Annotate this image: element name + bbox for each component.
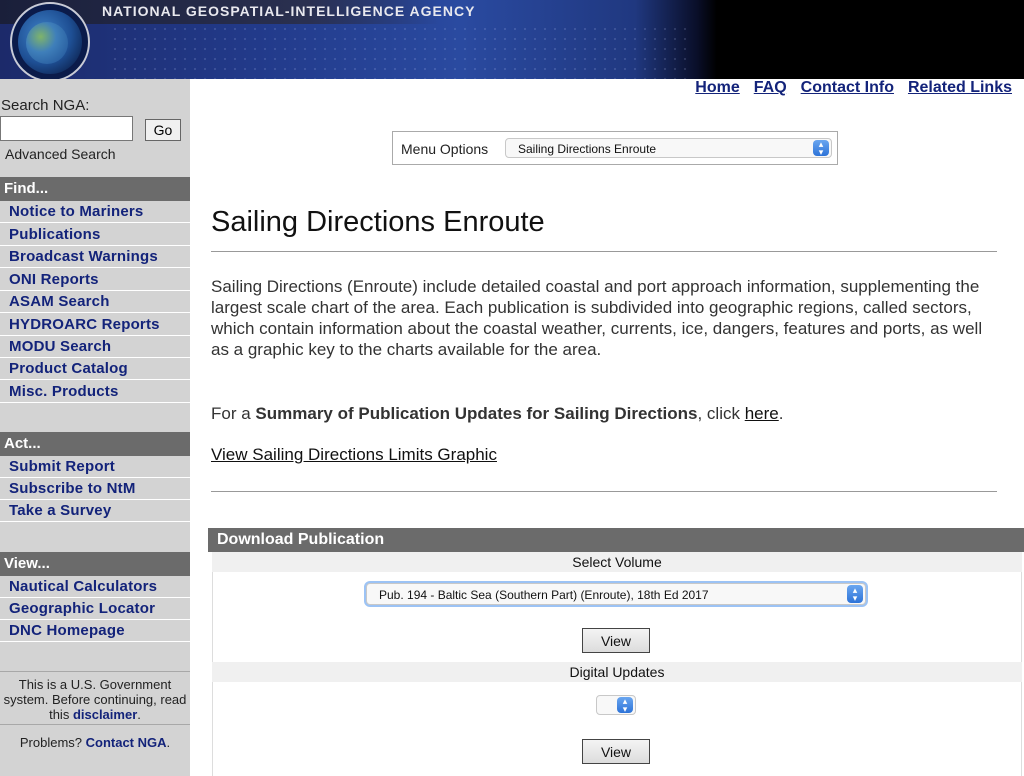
volume-select[interactable]: Pub. 194 - Baltic Sea (Southern Part) (E… [366,583,866,605]
summary-end: . [778,404,784,423]
faq-link[interactable]: FAQ [754,79,787,97]
disclaimer-line-1: This is a U.S. Government [18,677,172,692]
summary-here-link[interactable]: here [745,404,779,423]
view-volume-button[interactable]: View [582,628,650,653]
contact-info-link[interactable]: Contact Info [801,79,894,97]
sidebar-item-publications[interactable]: Publications [0,224,190,246]
menu-options-box: Menu Options Sailing Directions Enroute … [392,131,838,165]
sidebar-divider [0,671,190,672]
disclaimer-end: . [137,707,141,722]
menu-options-value: Sailing Directions Enroute [518,142,657,156]
top-nav: Home FAQ Contact Info Related Links [695,79,1012,97]
sidebar-item-modu-search[interactable]: MODU Search [0,336,190,358]
world-map-background [110,24,690,79]
problems-text: Problems? [19,735,86,750]
limits-line: View Sailing Directions Limits Graphic [211,444,1001,465]
government-disclaimer: This is a U.S. Government system. Before… [0,677,190,722]
sidebar-item-notice-to-mariners[interactable]: Notice to Mariners [0,201,190,223]
sidebar-item-take-survey[interactable]: Take a Survey [0,500,190,522]
sidebar-divider-2 [0,724,190,725]
select-arrows-icon: ▴ ▾ [813,140,829,157]
problems-note: Problems? Contact NGA. [0,735,190,750]
disclaimer-line-2: system. Before continuing, read [3,692,187,707]
summary-mid: , click [697,404,745,423]
digital-updates-area: ▴ ▾ View [212,682,1022,776]
go-button[interactable]: Go [145,119,181,141]
view-updates-button[interactable]: View [582,739,650,764]
sidebar-item-asam-search[interactable]: ASAM Search [0,291,190,313]
menu-options-select[interactable]: Sailing Directions Enroute ▴ ▾ [505,138,832,158]
select-arrows-icon: ▴ ▾ [617,697,633,714]
contact-nga-link[interactable]: Contact NGA [86,735,167,750]
site-header: NATIONAL GEOSPATIAL-INTELLIGENCE AGENCY [0,0,1024,79]
title-divider [211,251,997,252]
home-link[interactable]: Home [695,79,739,97]
disclaimer-link[interactable]: disclaimer [73,707,137,722]
digital-updates-label: Digital Updates [212,662,1022,682]
sidebar-item-nautical-calculators[interactable]: Nautical Calculators [0,576,190,598]
limits-graphic-link[interactable]: View Sailing Directions Limits Graphic [211,445,497,464]
digital-updates-select[interactable]: ▴ ▾ [596,695,636,715]
select-arrows-icon: ▴ ▾ [847,585,863,603]
menu-options-label: Menu Options [401,141,489,157]
act-section-header: Act... [0,432,190,456]
search-label: Search NGA: [1,97,90,114]
volume-select-value: Pub. 194 - Baltic Sea (Southern Part) (E… [379,588,709,602]
related-links-link[interactable]: Related Links [908,79,1012,97]
summary-bold-text: Summary of Publication Updates for Saili… [255,404,698,423]
description-paragraph: Sailing Directions (Enroute) include det… [211,277,983,359]
sidebar-item-product-catalog[interactable]: Product Catalog [0,358,190,380]
problems-end: . [166,735,171,750]
find-section-header: Find... [0,177,190,201]
sidebar-item-subscribe-ntm[interactable]: Subscribe to NtM [0,478,190,500]
summary-line: For a Summary of Publication Updates for… [211,403,1001,424]
agency-name: NATIONAL GEOSPATIAL-INTELLIGENCE AGENCY [102,3,476,19]
disclaimer-line-3: this disclaimer. [0,707,190,722]
summary-prefix: For a [211,404,256,423]
download-publication-header: Download Publication [208,528,1024,552]
advanced-search-link[interactable]: Advanced Search [5,146,116,162]
page-title: Sailing Directions Enroute [211,206,545,238]
nga-seal-logo[interactable] [10,2,90,79]
view-section-header: View... [0,552,190,576]
disclaimer-text: this [49,707,73,722]
sidebar-item-dnc-homepage[interactable]: DNC Homepage [0,620,190,642]
globe-icon [26,22,68,64]
volume-area: Pub. 194 - Baltic Sea (Southern Part) (E… [212,572,1022,662]
sidebar-item-oni-reports[interactable]: ONI Reports [0,269,190,291]
sidebar-item-broadcast-warnings[interactable]: Broadcast Warnings [0,246,190,268]
sidebar-item-hydroarc-reports[interactable]: HYDROARC Reports [0,314,190,336]
sidebar-item-misc-products[interactable]: Misc. Products [0,381,190,403]
content-divider [211,491,997,492]
sidebar-item-submit-report[interactable]: Submit Report [0,456,190,478]
left-sidebar: Search NGA: Go Advanced Search Find... N… [0,79,190,776]
search-input[interactable] [0,116,133,141]
sidebar-item-geographic-locator[interactable]: Geographic Locator [0,598,190,620]
select-volume-label: Select Volume [212,552,1022,572]
